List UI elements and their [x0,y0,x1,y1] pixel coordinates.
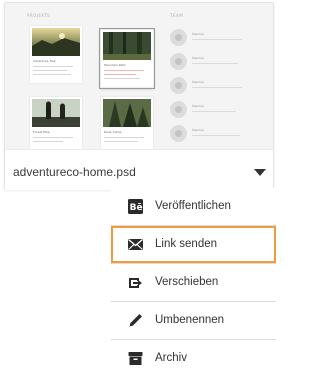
text-line [192,111,236,112]
pencil-icon [128,313,143,328]
file-thumbnail[interactable]: PROJEKTE TEAM Adventure Trek Mountain Pa… [5,3,273,149]
text-line [33,66,73,67]
context-menu: Bē Veröffentlichen Link senden Verschieb… [111,188,276,373]
menu-item-label: Link senden [155,238,218,250]
menu-item-label: Veröffentlichen [155,200,231,212]
preview-card-selected: Mountain Path [100,29,154,88]
avatar [170,29,187,46]
text-line [104,137,144,138]
file-card[interactable]: PROJEKTE TEAM Adventure Trek Mountain Pa… [4,2,274,190]
avatar [170,101,187,118]
trees-photo [103,99,151,127]
archive-icon [128,351,143,366]
svg-text:Bē: Bē [130,203,143,213]
preview-card: Adventure Trek [29,25,83,84]
preview-card-title: Mountain Path [104,63,126,67]
team-member-row: Member [170,29,266,47]
preview-section-title: PROJEKTE [27,13,51,18]
behance-icon: Bē [128,199,143,214]
text-line [192,63,238,64]
file-info-bar: adventureco-home.psd [5,149,273,190]
file-name: adventureco-home.psd [13,165,136,179]
menu-item-rename[interactable]: Umbenennen [111,302,276,339]
text-line [104,70,144,71]
team-member-row: Member [170,77,266,95]
team-member-name: Member [192,56,205,60]
team-member-name: Member [192,80,205,84]
preview-card-title: Adventure Trek [33,59,56,63]
text-line [104,74,136,75]
team-member-row: Member [170,125,266,143]
menu-item-archive[interactable]: Archiv [111,340,276,373]
menu-item-label: Verschieben [155,276,219,288]
text-line [104,78,140,79]
menu-item-send-link[interactable]: Link senden [111,226,276,263]
caret-down-icon[interactable] [254,169,266,176]
preview-team-title: TEAM [170,13,184,18]
text-line [104,141,138,142]
avatar [170,125,187,142]
team-member-row: Member [170,53,266,71]
avatar [170,53,187,70]
landscape-photo [32,28,80,56]
text-line [33,74,71,75]
menu-item-move[interactable]: Verschieben [111,264,276,301]
team-member-row: Member [170,101,266,119]
menu-item-label: Archiv [155,352,187,364]
preview-card-title: River Camp [104,130,122,134]
preview-card-title: Forest Hike [33,130,50,134]
text-line [33,70,67,71]
text-line [33,137,73,138]
menu-item-publish[interactable]: Bē Veröffentlichen [111,188,276,225]
menu-item-label: Umbenennen [155,314,225,326]
move-icon [128,275,143,290]
forest-photo [103,32,151,60]
team-member-name: Member [192,32,205,36]
text-line [192,39,242,40]
text-line [33,141,63,142]
text-line [192,135,240,136]
preview-card: River Camp [100,96,154,149]
preview-card: Forest Hike [29,96,83,149]
hikers-photo [32,99,80,127]
team-member-name: Member [192,104,205,108]
text-line [192,87,242,88]
avatar [170,77,187,94]
mail-icon [128,237,143,252]
team-member-name: Member [192,128,205,132]
